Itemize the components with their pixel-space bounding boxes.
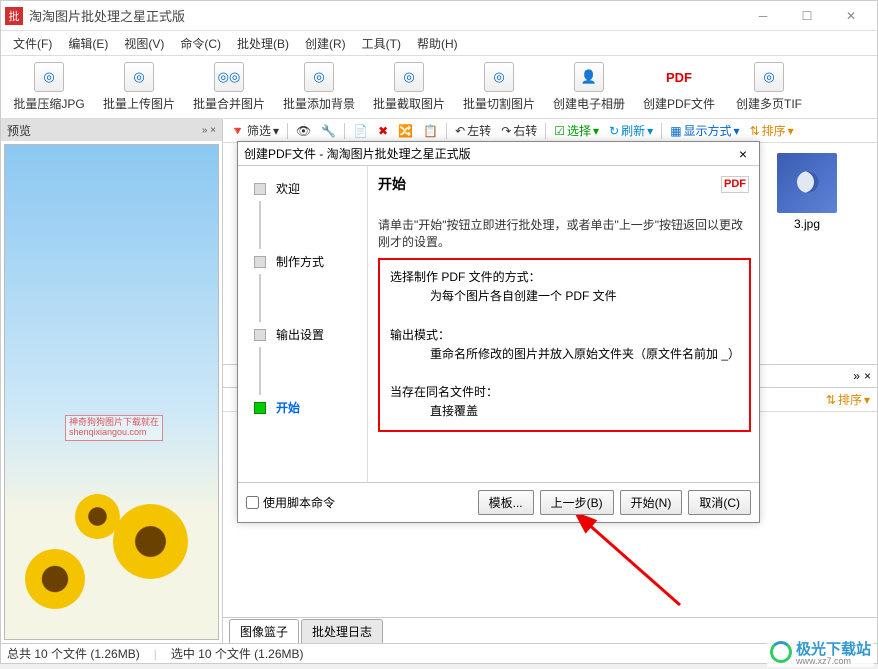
maximize-button[interactable]: ☐ [785,2,829,30]
tool-icon[interactable]: 🔧 [317,122,340,140]
pdf-icon: PDF [721,176,749,193]
step-start[interactable]: 开始 [244,399,367,416]
toolbar-create-pdf[interactable]: PDF创建PDF文件 [635,59,723,115]
tab-batch-log[interactable]: 批处理日志 [301,619,383,643]
start-button[interactable]: 开始(N) [620,490,683,515]
thumbnail-item[interactable]: 3.jpg [767,153,847,231]
watermark: 神奇狗狗图片下载就在 shenqixiangou.com [65,415,163,441]
dialog-title: 创建PDF文件 - 淘淘图片批处理之星正式版 [244,145,733,162]
menu-batch[interactable]: 批处理(B) [229,32,297,55]
menubar: 文件(F) 编辑(E) 视图(V) 命令(C) 批处理(B) 创建(R) 工具(… [1,31,877,55]
menu-file[interactable]: 文件(F) [5,32,60,55]
select-button[interactable]: ☑选择 ▾ [550,120,603,141]
menu-view[interactable]: 视图(V) [116,32,172,55]
toggle-icon[interactable]: 🔀 [394,122,417,140]
preview-header: 预览 » × [1,119,222,141]
image-icon: ◎ [484,62,514,92]
refresh-button[interactable]: ↻刷新 ▾ [605,120,657,141]
prev-button[interactable]: 上一步(B) [540,490,614,515]
menu-help[interactable]: 帮助(H) [409,32,466,55]
image-icon: 👤 [574,62,604,92]
chevron-down-icon[interactable]: » × [202,125,216,136]
close-panel-icon[interactable]: × [864,369,871,383]
main-toolbar: ◎批量压缩JPG ◎批量上传图片 ◎◎批量合并图片 ◎批量添加背景 ◎批量截取图… [1,55,877,119]
site-logo: 极光下载站 www.xz7.com [767,637,874,667]
toolbar-slice[interactable]: ◎批量切割图片 [455,59,543,115]
template-button[interactable]: 模板... [478,490,534,515]
close-button[interactable]: ✕ [829,2,873,30]
tab-image-basket[interactable]: 图像篮子 [229,619,299,643]
thumbnail-label: 3.jpg [767,217,847,231]
step-method[interactable]: 制作方式 [244,253,367,270]
step-output[interactable]: 输出设置 [244,326,367,343]
dialog-footer: 使用脚本命令 模板... 上一步(B) 开始(N) 取消(C) [238,482,759,522]
toolbar-compress-jpg[interactable]: ◎批量压缩JPG [5,59,93,115]
window-title: 淘淘图片批处理之星正式版 [29,6,741,25]
eye-icon[interactable]: 👁 [292,122,315,140]
image-icon: ◎ [124,62,154,92]
status-selected: 选中 10 个文件 (1.26MB) [171,645,304,662]
copy-icon[interactable]: 📄 [349,122,372,140]
image-icon: ◎ [34,62,64,92]
toolbar-merge[interactable]: ◎◎批量合并图片 [185,59,273,115]
preview-title: 预览 [7,122,31,139]
swirl-icon [770,641,792,663]
toolbar-create-tif[interactable]: ◎创建多页TIF [725,59,813,115]
image-icon: ◎◎ [214,62,244,92]
sort-button[interactable]: ⇅排序 ▾ [746,120,798,141]
dialog-description: 请单击"开始"按钮立即进行批处理，或者单击"上一步"按钮返回以更改刚才的设置。 [368,212,759,254]
rotate-left-button[interactable]: ↶左转 [451,120,495,141]
pdf-icon: PDF [664,62,694,92]
titlebar: 批 淘淘图片批处理之星正式版 ─ ☐ ✕ [1,1,877,31]
toolbar-album[interactable]: 👤创建电子相册 [545,59,633,115]
app-logo: 批 [5,7,23,25]
checkbox-input[interactable] [246,496,259,509]
image-icon: ◎ [754,62,784,92]
tool-icon[interactable]: 📋 [419,122,442,140]
menu-edit[interactable]: 编辑(E) [60,32,116,55]
dialog-summary-box: 选择制作 PDF 文件的方式： 为每个图片各自创建一个 PDF 文件 输出模式：… [378,258,751,432]
thumbnail-toolbar: 🔻筛选 ▾ 👁 🔧 📄 ✖ 🔀 📋 ↶左转 ↷右转 ☑选择 ▾ ↻刷新 ▾ ▦显… [223,119,877,143]
dialog-titlebar: 创建PDF文件 - 淘淘图片批处理之星正式版 × [238,142,759,166]
preview-image-container: 神奇狗狗图片下载就在 shenqixiangou.com [1,141,222,643]
dialog-steps-nav: 欢迎 制作方式 输出设置 开始 [238,166,368,482]
image-icon: ◎ [304,62,334,92]
status-total: 总共 10 个文件 (1.26MB) [7,645,140,662]
thumbnail-image [777,153,837,213]
minimize-button[interactable]: ─ [741,2,785,30]
dialog-header: 开始 PDF [368,166,759,202]
cancel-button[interactable]: 取消(C) [688,490,751,515]
preview-panel: 预览 » × 神奇狗狗图片下载就在 shenqixiangou.com [1,119,223,643]
dialog-close-button[interactable]: × [733,146,753,162]
rotate-right-button[interactable]: ↷右转 [497,120,541,141]
delete-icon[interactable]: ✖ [374,122,392,140]
menu-create[interactable]: 创建(R) [297,32,354,55]
menu-command[interactable]: 命令(C) [172,32,229,55]
image-icon: ◎ [394,62,424,92]
toolbar-add-bg[interactable]: ◎批量添加背景 [275,59,363,115]
toolbar-crop[interactable]: ◎批量截取图片 [365,59,453,115]
chevron-icon[interactable]: » [853,369,860,383]
menu-tools[interactable]: 工具(T) [354,32,409,55]
create-pdf-dialog: 创建PDF文件 - 淘淘图片批处理之星正式版 × 欢迎 制作方式 输出设置 开始… [237,141,760,523]
filter-button[interactable]: 🔻筛选 ▾ [226,120,283,141]
dialog-heading: 开始 [378,174,721,194]
sort-button-2[interactable]: ⇅排序 ▾ [822,389,874,410]
step-welcome[interactable]: 欢迎 [244,180,367,197]
statusbar: 总共 10 个文件 (1.26MB) | 选中 10 个文件 (1.26MB) [1,643,877,663]
use-script-checkbox[interactable]: 使用脚本命令 [246,494,472,511]
preview-image[interactable]: 神奇狗狗图片下载就在 shenqixiangou.com [4,144,219,640]
toolbar-upload[interactable]: ◎批量上传图片 [95,59,183,115]
display-mode-button[interactable]: ▦显示方式 ▾ [666,120,743,141]
